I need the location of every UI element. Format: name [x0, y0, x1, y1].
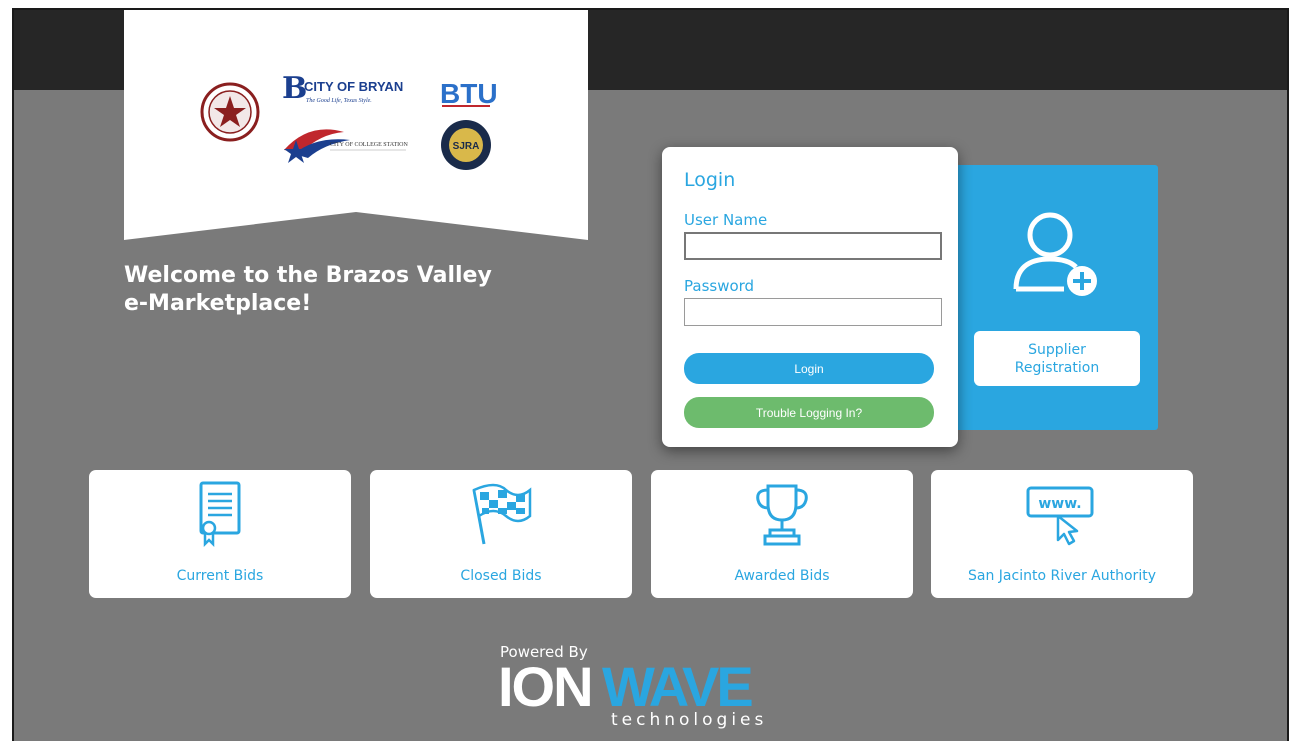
btu-logo: BTU	[440, 78, 498, 109]
document-certificate-icon	[199, 481, 241, 548]
supplier-registration-panel: Supplier Registration	[954, 165, 1158, 430]
password-label: Password	[684, 277, 755, 295]
welcome-line-2: e-Marketplace!	[124, 291, 312, 316]
trophy-icon	[756, 484, 808, 546]
svg-text:CITY OF COLLEGE STATION: CITY OF COLLEGE STATION	[330, 142, 408, 148]
welcome-heading: Welcome to the Brazos Valley e-Marketpla…	[124, 262, 544, 318]
trouble-logging-in-button[interactable]: Trouble Logging In?	[684, 397, 934, 428]
current-bids-tile[interactable]: Current Bids	[89, 470, 351, 598]
page-frame: B CITY OF BRYAN The Good Life, Texas Sty…	[12, 8, 1289, 741]
svg-text:www.: www.	[1038, 496, 1081, 512]
username-label: User Name	[684, 211, 768, 229]
supplier-label-line-1: Supplier	[1028, 341, 1086, 358]
login-button[interactable]: Login	[684, 353, 934, 384]
supplier-registration-button[interactable]: Supplier Registration	[974, 331, 1140, 386]
svg-text:ION: ION	[498, 658, 592, 712]
closed-bids-label: Closed Bids	[460, 568, 542, 584]
svg-text:WAVE: WAVE	[602, 658, 752, 712]
current-bids-label: Current Bids	[176, 568, 264, 584]
svg-text:SJRA: SJRA	[453, 141, 480, 152]
san-jacinto-river-authority-label: San Jacinto River Authority	[968, 568, 1156, 584]
password-input[interactable]	[684, 298, 942, 326]
login-title: Login	[684, 169, 736, 191]
svg-text:BTU: BTU	[440, 78, 498, 109]
sjra-logo: SJRA	[441, 120, 491, 170]
county-seal-logo	[200, 82, 260, 142]
checkered-flag-icon	[472, 483, 532, 545]
closed-bids-tile[interactable]: Closed Bids	[370, 470, 632, 598]
awarded-bids-tile[interactable]: Awarded Bids	[651, 470, 913, 598]
user-add-icon	[1013, 212, 1097, 296]
supplier-label-line-2: Registration	[1014, 359, 1100, 376]
svg-text:The Good Life, Texas Style.: The Good Life, Texas Style.	[306, 97, 372, 104]
welcome-line-1: Welcome to the Brazos Valley	[124, 263, 492, 288]
technologies-text: technologies	[611, 710, 768, 730]
username-input[interactable]	[684, 232, 942, 260]
ionwave-logo: ION WAVE	[498, 658, 755, 712]
svg-text:CITY OF BRYAN: CITY OF BRYAN	[304, 79, 403, 94]
agency-logos-banner: B CITY OF BRYAN The Good Life, Texas Sty…	[124, 10, 588, 240]
login-card: Login User Name Password Login Trouble L…	[662, 147, 958, 447]
www-cursor-icon: www.	[1026, 486, 1094, 546]
awarded-bids-label: Awarded Bids	[734, 568, 830, 584]
san-jacinto-river-authority-tile[interactable]: www. San Jacinto River Authority	[931, 470, 1193, 598]
